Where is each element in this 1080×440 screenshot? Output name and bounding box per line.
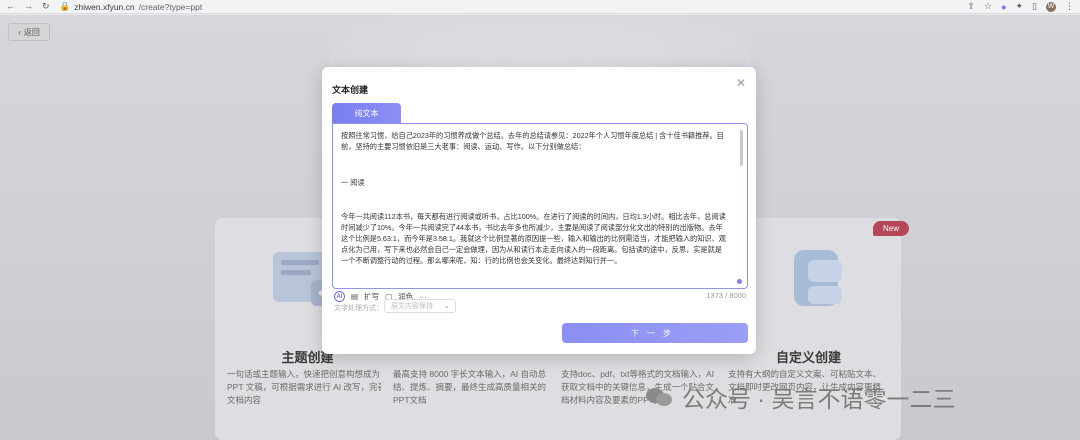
watermark-text: 公众号 · 吴言不语零一二三 [682,386,956,412]
sidebar-icon[interactable]: ▯ [1032,1,1037,12]
back-button[interactable]: ‹ 返回 [8,23,50,41]
tab-plain-text[interactable]: 纯文本 [332,103,401,123]
back-arrow-icon[interactable]: ← [6,2,15,11]
expand-icon: ▤ [351,292,359,301]
editor-paragraph: 今年一共阅读112本书，每天都有进行阅读或听书，占比100%。在进行了阅读的时间… [341,212,726,265]
text-create-modal: 文本创建 ✕ 纯文本 按照往常习惯，给自己2023年的习惯养成做个总结。去年的总… [322,67,756,354]
menu-icon[interactable]: ⋮ [1065,1,1074,12]
card-desc: 最高支持 8000 字长文本输入，AI 自动总结、提炼、摘要，最终生成高质量相关… [393,369,547,405]
modal-title: 文本创建 [332,85,369,95]
avatar[interactable]: W [1046,1,1056,12]
char-counter: 1373 / 8000 [706,291,746,300]
editor-heading: 一 阅读 [341,178,365,187]
next-step-button[interactable]: 下一步 [562,323,748,343]
watermark: 公众号 · 吴言不语零一二三 [646,380,955,414]
scrollbar[interactable] [740,130,743,166]
url-domain: zhiwen.xfyun.cn [74,1,135,12]
select-value: 原文内容保持 [391,303,433,310]
reload-icon[interactable]: ↻ [42,2,50,11]
chevron-down-icon: ⌄ [443,301,450,310]
star-icon[interactable]: ☆ [984,1,992,12]
close-icon[interactable]: ✕ [736,76,746,90]
wechat-icon [646,386,674,408]
status-dot [737,279,742,284]
card-desc: 一句话或主题输入，快速把创意构想成为 PPT 文稿，可根据需求进行 AI 改写，… [227,369,386,405]
text-editor[interactable]: 按照往常习惯，给自己2023年的习惯养成做个总结。去年的总结请参见：2022年个… [332,123,748,289]
url-path: /create?type=ppt [138,1,203,12]
editor-paragraph: 按照往常习惯，给自己2023年的习惯养成做个总结。去年的总结请参见：2022年个… [341,131,724,151]
custom-layout-icon [793,250,842,306]
process-mode-label: 文字处理方式： [334,305,383,312]
new-badge: New [873,221,909,236]
lock-icon: 🔒 [59,1,71,11]
ai-icon[interactable]: AI [334,291,345,302]
puzzle-icon[interactable]: ✦ [1016,1,1024,12]
process-mode-select[interactable]: 原文内容保持 ⌄ [384,299,456,313]
extension-icon[interactable]: ● [1001,2,1006,12]
expand-button[interactable]: 扩写 [364,291,379,302]
address-bar[interactable]: 🔒 zhiwen.xfyun.cn/create?type=ppt [60,1,203,12]
browser-toolbar: ← → ↻ 🔒 zhiwen.xfyun.cn/create?type=ppt … [0,0,1080,14]
forward-arrow-icon[interactable]: → [24,2,33,11]
chevron-left-icon: ‹ [18,27,21,37]
share-icon[interactable]: ⇪ [967,1,975,12]
back-button-label: 返回 [23,27,40,37]
